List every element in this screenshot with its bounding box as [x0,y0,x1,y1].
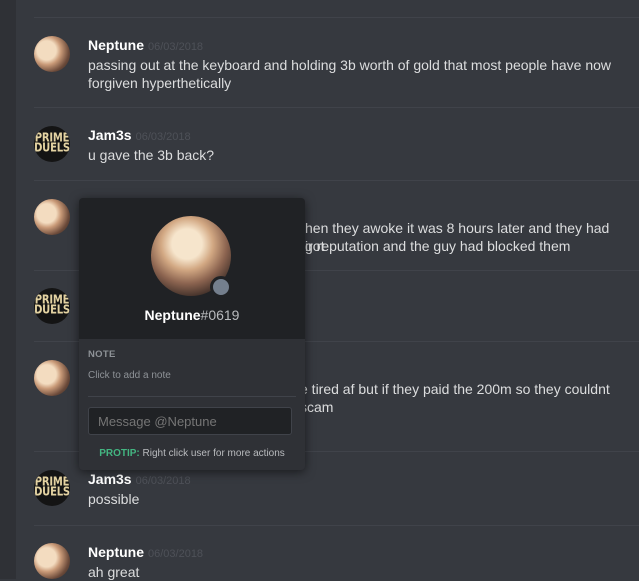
logo-text: DUELS [34,485,70,499]
message-author[interactable]: Neptune 06/03/2018 [88,544,203,560]
user-avatar[interactable] [34,36,70,72]
message-divider [34,180,639,181]
message-divider [34,107,639,108]
message-text: ir reputation and the guy had blocked th… [305,238,571,254]
user-popout: Neptune#0619 NOTE Click to add a note PR… [79,198,305,470]
message-divider [34,17,639,18]
protip-text: PROTIP: Right click user for more action… [99,448,285,459]
message-text: e tired af but if they paid the 200m so … [300,381,610,415]
server-sidebar-edge [0,0,16,579]
popout-header: Neptune#0619 [79,198,305,339]
user-avatar[interactable] [34,543,70,579]
user-avatar[interactable] [34,199,70,235]
message-author[interactable]: Neptune 06/03/2018 [88,37,203,53]
status-indicator-icon [210,276,232,298]
message-timestamp: 06/03/2018 [135,131,191,143]
user-avatar[interactable]: PRIME DUELS [34,470,70,506]
message-timestamp: 06/03/2018 [148,548,204,560]
logo-text: DUELS [34,141,70,155]
message-author[interactable]: Jam3s 06/03/2018 [88,471,191,487]
message-text: ah great [88,564,140,580]
message-author[interactable]: Jam3s 06/03/2018 [88,127,191,143]
message-text: possible [88,491,140,507]
message-text: u gave the 3b back? [88,147,215,163]
user-avatar[interactable] [34,360,70,396]
message-timestamp: 06/03/2018 [135,475,191,487]
message-divider [34,525,639,526]
user-avatar[interactable]: PRIME DUELS [34,126,70,162]
message-text: passing out at the keyboard and holding … [88,57,612,91]
popout-username[interactable]: Neptune#0619 [79,307,305,323]
message-input[interactable] [88,407,292,435]
message-timestamp: 06/03/2018 [148,41,204,53]
note-label: NOTE [88,349,116,360]
note-field[interactable]: Click to add a note [88,370,171,381]
divider [88,396,296,397]
logo-text: DUELS [34,303,70,317]
user-avatar[interactable]: PRIME DUELS [34,288,70,324]
